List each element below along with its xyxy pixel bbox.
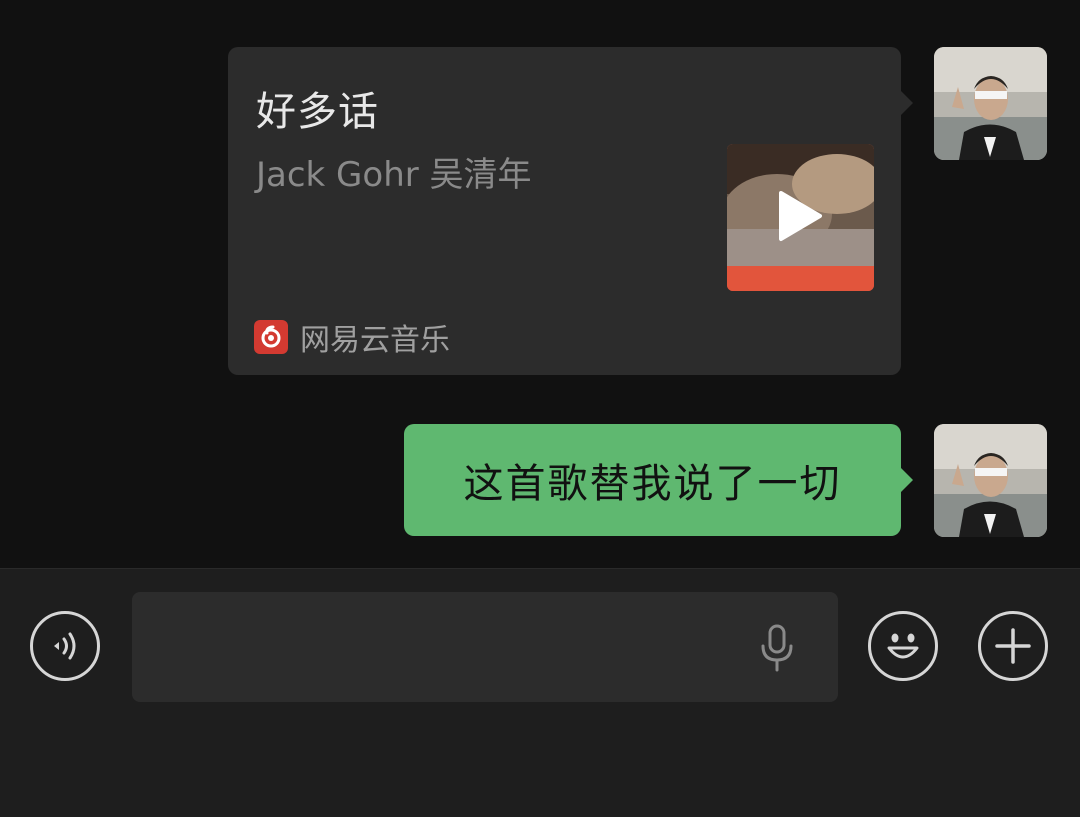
message-list[interactable]: 好多话 Jack Gohr 吴清年 网易云音乐 这首歌替我说了一切 (0, 0, 1080, 568)
music-source: 网易云音乐 (254, 315, 450, 359)
netease-cloud-music-icon (254, 320, 288, 354)
voice-mode-icon (54, 632, 76, 660)
music-share-card[interactable]: 好多话 Jack Gohr 吴清年 网易云音乐 (228, 47, 913, 375)
microphone-icon[interactable] (759, 624, 795, 672)
chat-screen: 好多话 Jack Gohr 吴清年 网易云音乐 这首歌替我说了一切 (0, 0, 1080, 817)
bubble-tail (901, 468, 913, 492)
source-app-name: 网易云音乐 (300, 323, 450, 358)
message-text: 这首歌替我说了一切 (463, 461, 842, 507)
avatar[interactable] (934, 424, 1047, 537)
avatar[interactable] (934, 47, 1047, 160)
song-title: 好多话 (256, 89, 379, 135)
emoji-button[interactable] (868, 611, 938, 681)
plus-icon (995, 628, 1031, 664)
text-message-bubble[interactable]: 这首歌替我说了一切 (404, 424, 913, 536)
input-bar (0, 568, 1080, 817)
play-icon[interactable] (777, 190, 823, 242)
emoji-icon (887, 633, 919, 659)
album-cover[interactable] (727, 144, 874, 291)
more-actions-button[interactable] (978, 611, 1048, 681)
voice-mode-button[interactable] (30, 611, 100, 681)
song-artist: Jack Gohr 吴清年 (256, 155, 532, 195)
bubble-tail (901, 91, 913, 115)
message-input[interactable] (132, 592, 838, 702)
